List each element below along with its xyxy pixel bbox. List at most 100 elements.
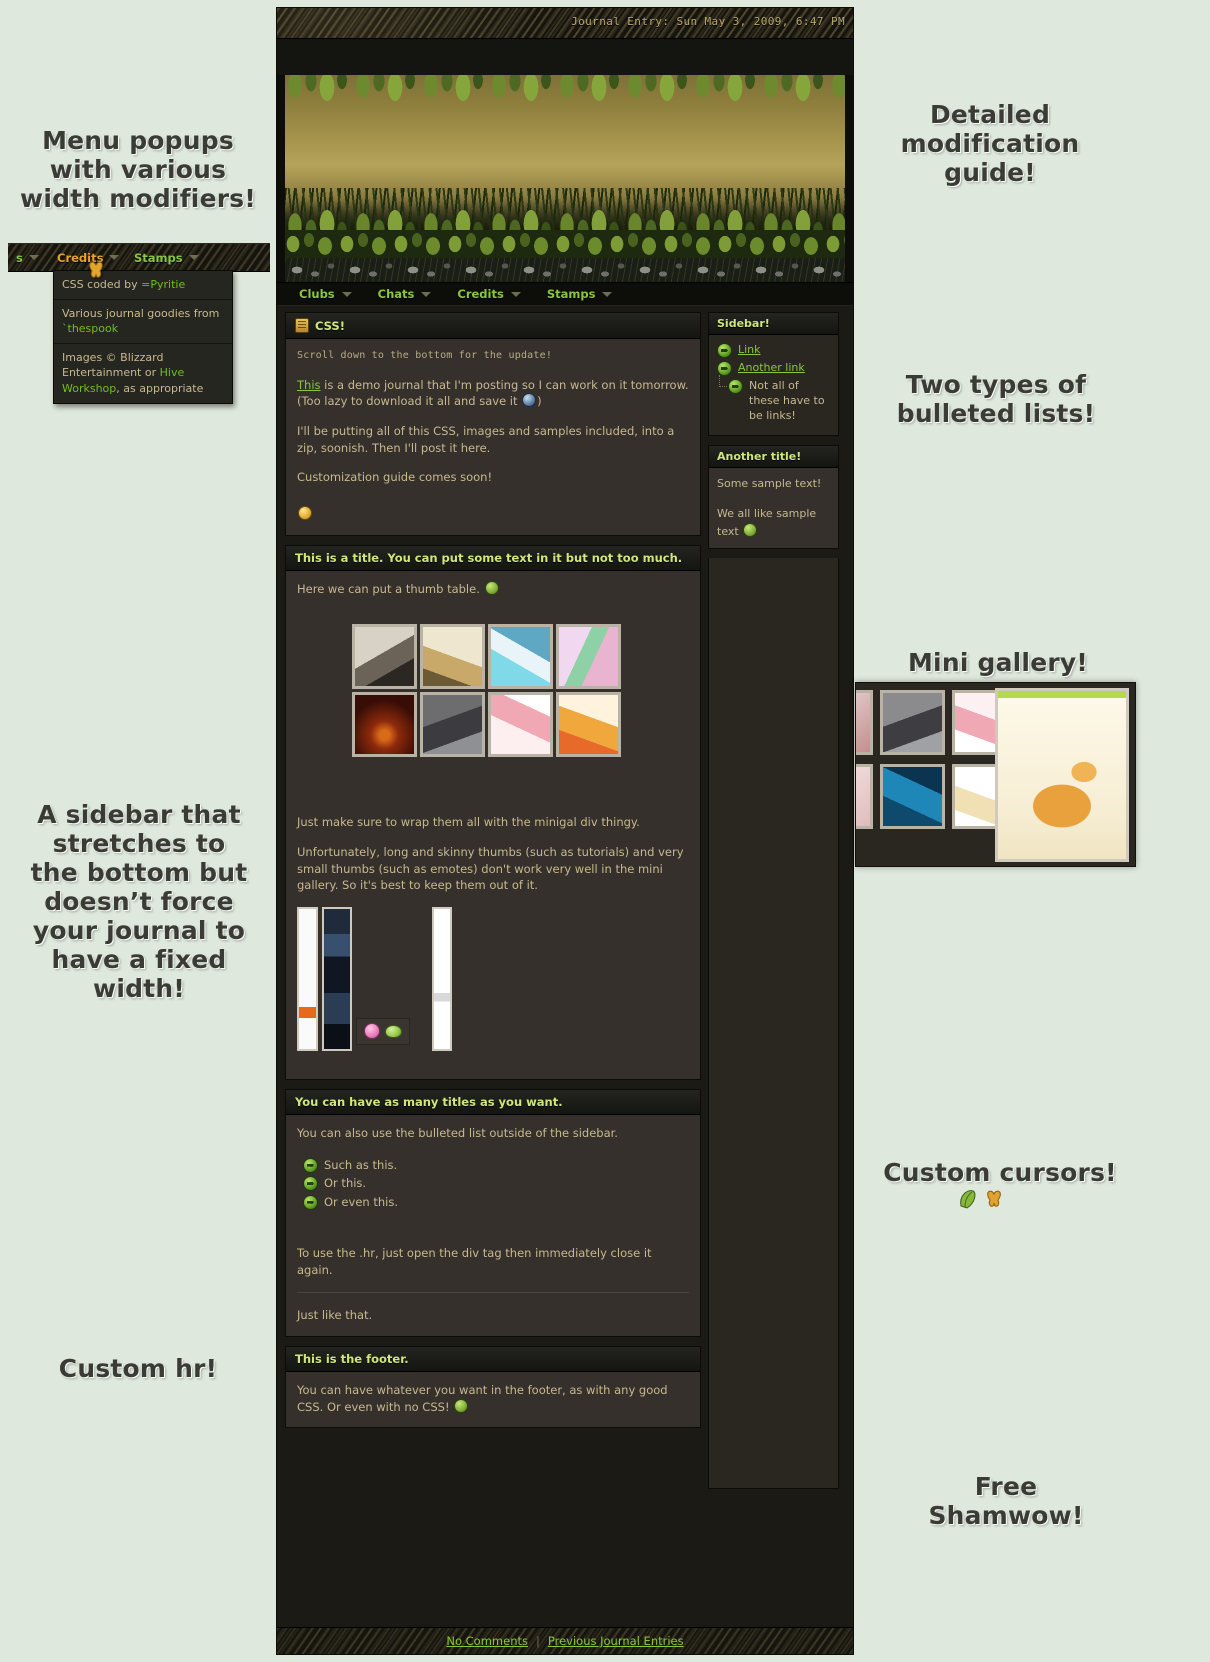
hr-usage-note: To use the .hr, just open the div tag th… (297, 1246, 652, 1277)
list-item: Such as this. (303, 1157, 689, 1174)
demo-journal-paragraph: This is a demo journal that I'm posting … (297, 377, 689, 409)
content-block-titles: You can have as many titles as you want.… (285, 1088, 701, 1338)
gallery-thumbnail[interactable] (856, 690, 873, 755)
sidebar-block-another: Another title! Some sample text! We all … (708, 444, 839, 550)
annotation-menu-popups: Menu popups with various width modifiers… (20, 126, 256, 213)
block-title-thumbs: This is a title. You can put some text i… (286, 546, 700, 571)
journal-main-column: CSS! Scroll down to the bottom for the u… (285, 312, 701, 1437)
sidebar-item-nested: Not all of these have to be links! (719, 375, 830, 424)
popup-nav-item-credits[interactable]: Credits (57, 251, 120, 265)
green-arrow-bullet-icon (303, 1194, 318, 1210)
thumb-intro: Here we can put a thumb table. (297, 580, 689, 598)
block-title-many-titles: You can have as many titles as you want. (286, 1090, 700, 1115)
journal-body: CSS! Scroll down to the bottom for the u… (277, 306, 853, 1490)
gallery-thumbnail[interactable] (880, 690, 945, 755)
tall-thumb-row (297, 906, 689, 1051)
pink-emoticon-icon (364, 1023, 380, 1040)
gallery-column-1 (856, 690, 873, 829)
thumbnail[interactable] (352, 624, 417, 690)
chevron-down-icon (421, 291, 432, 297)
wink-emoticon-icon (298, 505, 312, 520)
green-arrow-bullet-icon (717, 343, 732, 358)
banner-rock-band (285, 258, 845, 282)
chevron-down-icon (510, 291, 521, 297)
banner-sky (285, 75, 845, 230)
outside-bulleted-list: Such as this. Or this. Or even this. (303, 1157, 689, 1211)
block-title-footer: This is the footer. (286, 1347, 700, 1373)
tall-thumbnail[interactable] (432, 906, 452, 1051)
thumbnail[interactable] (420, 624, 485, 690)
sidebar-link-1[interactable]: Link (738, 343, 761, 358)
menu-popup-demo[interactable]: s Credits Stamps CSS coded by =Pyritie V… (8, 243, 270, 404)
nav-item-chats[interactable]: Chats (378, 287, 432, 301)
gallery-thumbnail[interactable] (856, 764, 873, 829)
sidebar-sample-text-1: Some sample text! (717, 476, 822, 490)
thumbnail[interactable] (488, 692, 553, 758)
journal-footer-nav[interactable]: No Comments | Previous Journal Entries (277, 1627, 853, 1654)
chevron-down-icon (602, 291, 613, 297)
this-link[interactable]: This (297, 378, 321, 392)
tall-thumbnail[interactable] (322, 906, 352, 1051)
journal-timestamp: Journal Entry: Sun May 3, 2009, 6:47 PM (571, 15, 845, 28)
tall-thumbnail[interactable] (297, 906, 318, 1051)
thumbnail[interactable] (556, 624, 621, 690)
content-block-css: CSS! Scroll down to the bottom for the u… (285, 312, 701, 536)
list-item: Or this. (303, 1176, 689, 1192)
annotation-sidebar-stretch: A sidebar that stretches to the bottom b… (30, 800, 248, 1003)
no-comments-link[interactable]: No Comments (446, 1634, 528, 1648)
scroll-down-note: Scroll down to the bottom for the update… (297, 350, 553, 361)
leaf-cursor-icon (960, 1190, 976, 1209)
chevron-down-icon (188, 255, 199, 260)
annotation-custom-hr: Custom hr! (58, 1354, 218, 1383)
journal-nav[interactable]: Clubs Chats Credits Stamps (277, 283, 853, 306)
scroll-icon (295, 318, 309, 333)
journal-banner (277, 39, 853, 283)
popup-nav-bar: s Credits Stamps (8, 243, 270, 272)
thumb-row-1 (352, 624, 689, 690)
previous-entries-link[interactable]: Previous Journal Entries (548, 1634, 684, 1648)
nav-item-clubs[interactable]: Clubs (299, 287, 352, 301)
gallery-column-2 (880, 690, 945, 829)
thumbnail[interactable] (488, 624, 553, 690)
sidebar-body-2: Some sample text! We all like sample tex… (709, 467, 838, 549)
content-block-footer: This is the footer. You can have whateve… (285, 1346, 701, 1429)
sidebar-title-1: Sidebar! (709, 313, 838, 335)
list-item: Or even this. (303, 1194, 689, 1211)
emoticon-box (356, 1017, 410, 1045)
sidebar-block-links: Sidebar! Link Another link Not all of th… (708, 312, 839, 436)
after-hr-note: Just like that. (297, 1308, 373, 1323)
green-emoticon-icon (484, 580, 499, 595)
nav-item-credits[interactable]: Credits (457, 287, 521, 301)
sidebar-link-2[interactable]: Another link (738, 361, 805, 376)
annotation-free-shamwow: Free Shamwow! (928, 1472, 1084, 1530)
thumbnail[interactable] (352, 692, 417, 758)
custom-hr-divider (297, 1292, 689, 1294)
popup-nav-item-stamps[interactable]: Stamps (134, 251, 199, 265)
popup-menu-item-1[interactable]: Various journal goodies from `thespook (54, 300, 232, 344)
mini-gallery-popup[interactable] (855, 682, 1136, 867)
block-body-css: Scroll down to the bottom for the update… (286, 339, 700, 535)
annotation-custom-cursors: Custom cursors! (883, 1158, 1117, 1187)
popup-menu-item-2[interactable]: Images © Blizzard Entertainment or Hive … (54, 344, 232, 403)
thumbnail[interactable] (556, 692, 621, 758)
green-arrow-bullet-icon (717, 361, 732, 376)
gallery-thumbnail[interactable] (880, 764, 945, 829)
block-body-footer: You can have whatever you want in the fo… (286, 1372, 700, 1428)
sidebar-body-1: Link Another link Not all of these have … (709, 335, 838, 435)
chevron-down-icon (28, 255, 39, 260)
popup-nav-item-s[interactable]: s (16, 251, 39, 265)
chevron-down-icon (109, 255, 120, 260)
custom-cursor-samples (955, 1186, 1015, 1214)
popup-menu-item-0[interactable]: CSS coded by =Pyritie (54, 271, 232, 300)
wink-emoticon-row (297, 505, 689, 523)
journal-window: Journal Entry: Sun May 3, 2009, 6:47 PM … (277, 8, 853, 1654)
sidebar-item-link[interactable]: Another link (717, 361, 830, 376)
nav-item-stamps[interactable]: Stamps (547, 287, 613, 301)
thumbnail[interactable] (420, 692, 485, 758)
gallery-featured-artwork (998, 698, 1126, 859)
globe-emoticon-icon (522, 393, 537, 408)
popup-dropdown-menu[interactable]: CSS coded by =Pyritie Various journal go… (53, 270, 233, 404)
annotation-mini-gallery: Mini gallery! (907, 648, 1088, 677)
sidebar-item-link[interactable]: Link (717, 343, 830, 358)
gallery-featured-image[interactable] (995, 688, 1129, 862)
